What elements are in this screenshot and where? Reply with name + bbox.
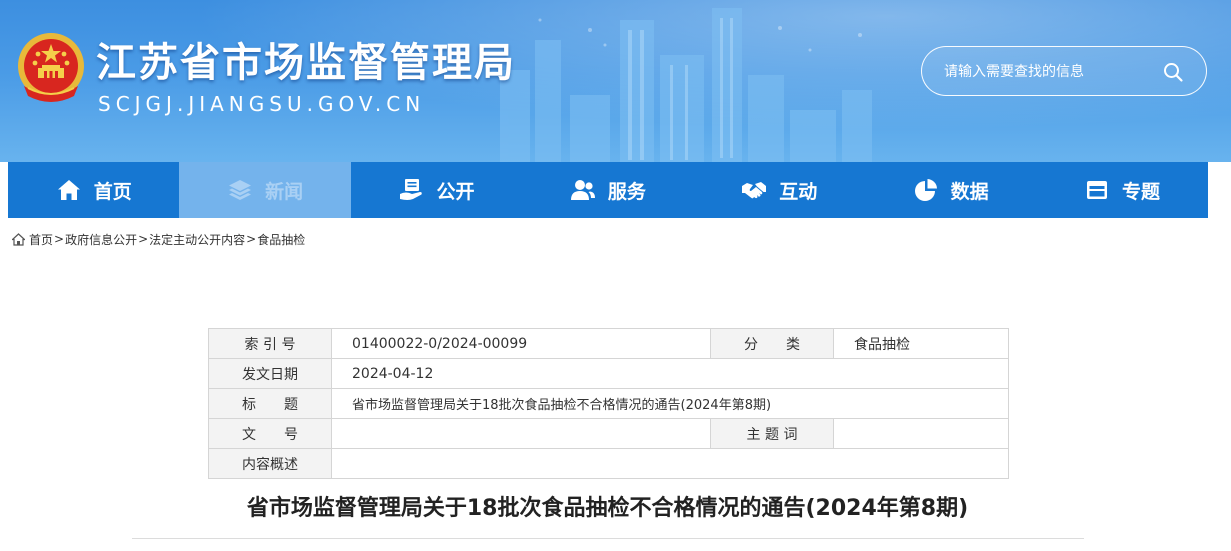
breadcrumb-separator: > [54, 232, 65, 246]
layers-icon [229, 180, 252, 200]
search-box [921, 46, 1207, 96]
summary-label: 内容概述 [208, 448, 332, 479]
site-title: 江苏省市场监督管理局 [96, 40, 516, 86]
window-icon [1087, 181, 1108, 199]
breadcrumb-separator: > [246, 232, 257, 246]
home-icon [12, 232, 25, 246]
main-nav: 首页 新闻 公开 服务 互动 数据 专题 [8, 162, 1208, 218]
breadcrumb-link-home[interactable]: 首页 [29, 231, 53, 248]
nav-item-label: 新闻 [265, 180, 304, 203]
document-hand-icon [400, 179, 423, 200]
site-domain: SCJGJ.JIANGSU.GOV.CN [98, 92, 426, 116]
breadcrumb-link-gov-info[interactable]: 政府信息公开 [65, 231, 137, 248]
category-label: 分 类 [710, 328, 834, 359]
table-row: 索 引 号 01400022-0/2024-00099 分 类 食品抽检 [208, 328, 1009, 359]
nav-item-label: 互动 [779, 180, 818, 203]
nav-item-public[interactable]: 公开 [351, 162, 522, 218]
home-icon [57, 180, 80, 200]
table-row: 发文日期 2024-04-12 [208, 358, 1009, 389]
nav-item-news[interactable]: 新闻 [179, 162, 351, 218]
category-value: 食品抽检 [833, 328, 1009, 359]
nav-item-label: 数据 [950, 180, 989, 203]
nav-item-data[interactable]: 数据 [865, 162, 1036, 218]
nav-item-topics[interactable]: 专题 [1036, 162, 1207, 218]
city-skyline-illustration [500, 8, 872, 162]
pie-chart-icon [914, 179, 937, 201]
nav-item-label: 服务 [607, 180, 646, 203]
docno-label: 文 号 [208, 418, 332, 449]
breadcrumb-link-food-inspection[interactable]: 食品抽检 [257, 231, 305, 248]
article-title: 省市场监督管理局关于18批次食品抽检不合格情况的通告(2024年第8期) [246, 496, 969, 521]
site-header: 江苏省市场监督管理局 SCJGJ.JIANGSU.GOV.CN [0, 0, 1231, 162]
docno-value [331, 418, 711, 449]
title-value: 省市场监督管理局关于18批次食品抽检不合格情况的通告(2024年第8期) [331, 388, 1009, 419]
search-icon[interactable] [1162, 61, 1184, 83]
date-label: 发文日期 [208, 358, 332, 389]
national-emblem-icon [18, 33, 84, 102]
breadcrumb-link-statutory[interactable]: 法定主动公开内容 [149, 231, 245, 248]
index-label: 索 引 号 [208, 328, 332, 359]
nav-item-label: 公开 [436, 180, 475, 203]
keyword-label: 主 题 词 [710, 418, 834, 449]
breadcrumb-separator: > [138, 232, 149, 246]
nav-item-interact[interactable]: 互动 [694, 162, 865, 218]
title-label: 标 题 [208, 388, 332, 419]
document-info-table: 索 引 号 01400022-0/2024-00099 分 类 食品抽检 发文日… [208, 328, 1009, 479]
table-row: 文 号 主 题 词 [208, 418, 1009, 449]
keyword-value [833, 418, 1009, 449]
handshake-icon [742, 182, 767, 199]
nav-item-service[interactable]: 服务 [522, 162, 693, 218]
index-value: 01400022-0/2024-00099 [331, 328, 711, 359]
table-row: 标 题 省市场监督管理局关于18批次食品抽检不合格情况的通告(2024年第8期) [208, 388, 1009, 419]
breadcrumb: 首页 > 政府信息公开 > 法定主动公开内容 > 食品抽检 [12, 229, 305, 249]
title-divider [132, 538, 1084, 539]
search-input[interactable] [944, 60, 1154, 84]
summary-value [331, 448, 1009, 479]
nav-item-label: 首页 [93, 180, 132, 203]
users-icon [570, 180, 595, 200]
nav-item-home[interactable]: 首页 [8, 162, 179, 218]
nav-item-label: 专题 [1122, 180, 1161, 203]
date-value: 2024-04-12 [331, 358, 1009, 389]
table-row: 内容概述 [208, 448, 1009, 479]
